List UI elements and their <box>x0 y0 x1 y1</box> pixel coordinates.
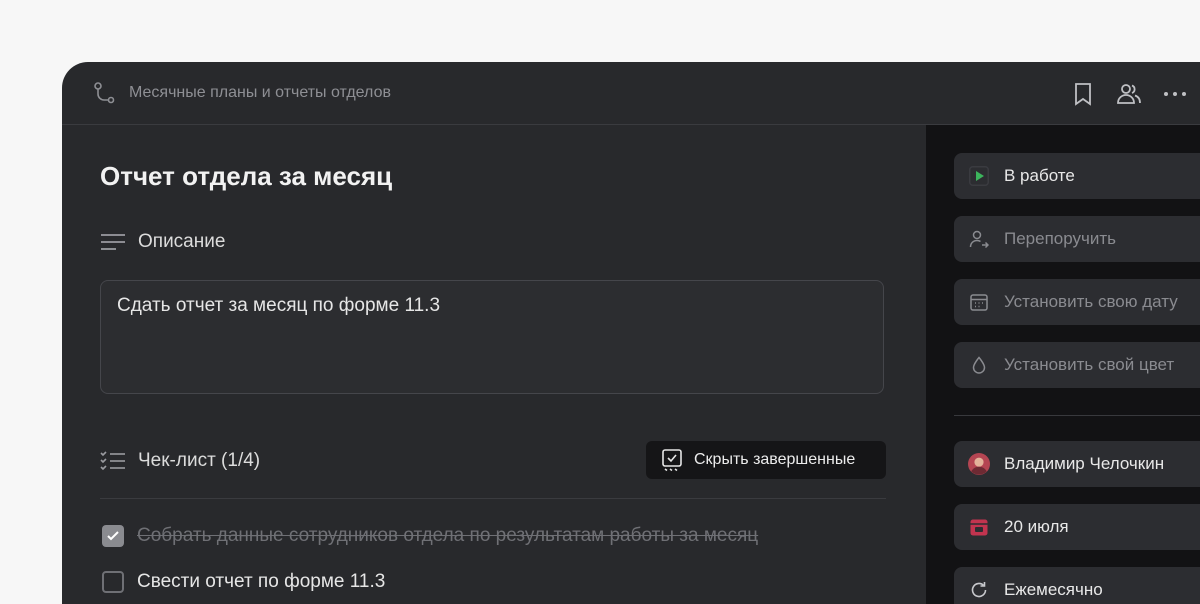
set-date-label: Установить свою дату <box>1004 292 1178 311</box>
checkbox-unchecked[interactable] <box>102 571 124 593</box>
refresh-icon <box>968 579 990 601</box>
checkbox-checked[interactable] <box>102 525 124 547</box>
play-icon <box>968 165 990 187</box>
divider <box>100 498 886 499</box>
person-arrow-icon <box>968 228 990 250</box>
calendar-icon <box>968 516 990 538</box>
status-label: В работе <box>1004 166 1075 185</box>
text-lines-icon <box>101 234 125 250</box>
checklist-icon <box>100 451 125 471</box>
droplet-icon <box>968 354 990 376</box>
reassign-label: Перепоручить <box>1004 229 1117 248</box>
hide-checked-icon <box>662 449 682 472</box>
avatar <box>968 453 990 475</box>
checklist-label: Чек-лист (1/4) <box>138 450 261 471</box>
route-icon <box>94 82 115 104</box>
hide-completed-label: Скрыть завершенные <box>694 451 856 468</box>
assignee-name: Владимир Челочкин <box>1004 454 1165 473</box>
checklist-item[interactable]: Собрать данные сотрудников отдела по рез… <box>102 525 758 547</box>
description-label: Описание <box>138 231 226 252</box>
description-text: Сдать отчет за месяц по форме 11.3 <box>117 295 441 316</box>
checklist-item-text: Свести отчет по форме 11.3 <box>137 571 386 592</box>
task-sidebar: В работе Перепоручить Установить свою да… <box>926 125 1200 604</box>
description-header: Описание <box>100 231 225 253</box>
set-date-button[interactable]: Установить свою дату <box>954 279 1200 325</box>
checklist-item-text: Собрать данные сотрудников отдела по рез… <box>137 525 759 546</box>
reassign-button[interactable]: Перепоручить <box>954 216 1200 262</box>
top-bar: Месячные планы и отчеты отделов <box>62 62 1200 125</box>
due-date-label: 20 июля <box>1004 517 1069 536</box>
sidebar-divider <box>954 415 1200 416</box>
checkmark-icon <box>107 531 119 541</box>
bookmark-icon[interactable] <box>1070 81 1096 107</box>
set-color-label: Установить свой цвет <box>1004 355 1175 374</box>
checklist-header: Чек-лист (1/4) <box>100 450 260 472</box>
checklist-item[interactable]: Свести отчет по форме 11.3 <box>102 571 385 593</box>
task-main-panel: Отчет отдела за месяц Описание Сдать отч… <box>62 125 926 604</box>
repeat-label: Ежемесячно <box>1004 580 1103 599</box>
calendar-icon <box>968 291 990 313</box>
status-button[interactable]: В работе <box>954 153 1200 199</box>
due-date-button[interactable]: 20 июля <box>954 504 1200 550</box>
description-field[interactable]: Сдать отчет за месяц по форме 11.3 <box>100 280 884 394</box>
breadcrumb[interactable]: Месячные планы и отчеты отделов <box>129 84 391 102</box>
repeat-button[interactable]: Ежемесячно <box>954 567 1200 604</box>
set-color-button[interactable]: Установить свой цвет <box>954 342 1200 388</box>
assignee-button[interactable]: Владимир Челочкин <box>954 441 1200 487</box>
task-window: Месячные планы и отчеты отделов Отчет от… <box>62 62 1200 604</box>
more-icon[interactable] <box>1162 81 1188 107</box>
hide-completed-button[interactable]: Скрыть завершенные <box>646 441 886 479</box>
users-icon[interactable] <box>1116 81 1142 107</box>
page-title: Отчет отдела за месяц <box>100 161 393 191</box>
